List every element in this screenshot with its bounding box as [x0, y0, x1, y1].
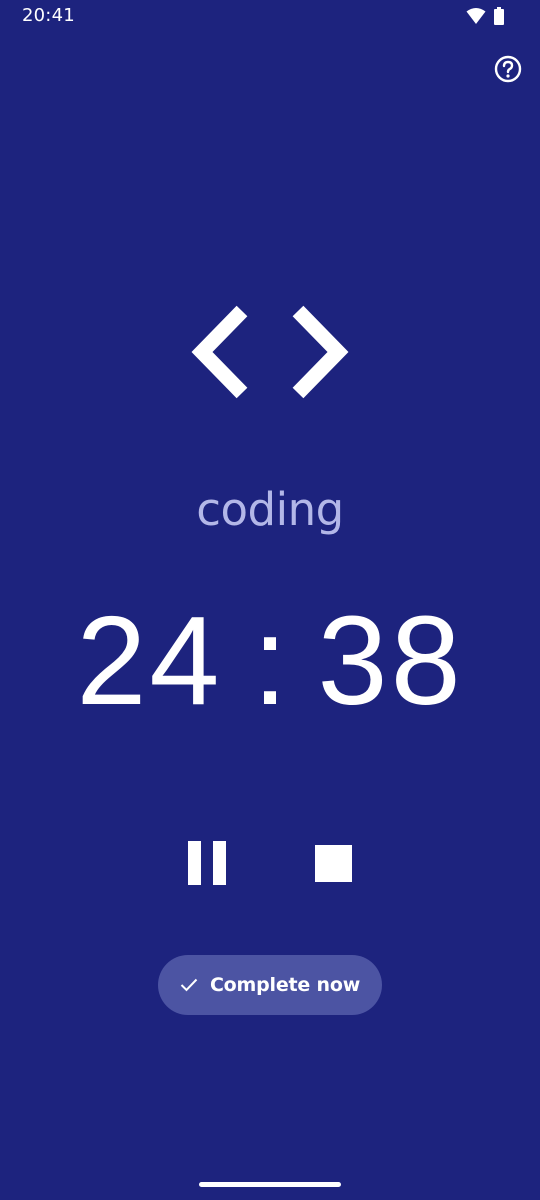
pause-button[interactable]	[186, 841, 228, 885]
battery-icon	[494, 7, 504, 25]
pause-bar-right	[213, 841, 226, 885]
status-time: 20:41	[22, 5, 75, 26]
complete-now-label: Complete now	[209, 974, 361, 996]
check-icon	[180, 978, 198, 992]
wifi-icon	[466, 8, 486, 24]
code-brackets-icon	[190, 303, 350, 401]
timer-minutes: 24	[76, 590, 223, 731]
home-indicator[interactable]	[199, 1182, 341, 1187]
status-icons	[466, 7, 504, 25]
timer-separator: :	[252, 590, 288, 731]
help-button[interactable]	[494, 55, 522, 83]
complete-now-button[interactable]: Complete now	[158, 955, 382, 1015]
status-bar: 20:41	[0, 0, 540, 32]
stop-button[interactable]	[315, 845, 352, 882]
timer-seconds: 38	[317, 590, 464, 731]
timer-display: 24 : 38	[0, 598, 540, 724]
activity-label: coding	[196, 483, 344, 536]
help-circle-icon	[494, 55, 522, 83]
pause-bar-left	[188, 841, 201, 885]
